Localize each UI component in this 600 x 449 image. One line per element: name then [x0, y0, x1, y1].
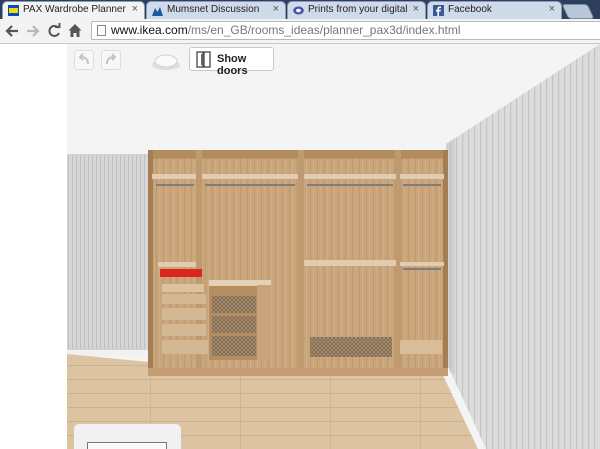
facebook-favicon [433, 5, 444, 16]
floorplan-minimap[interactable] [74, 424, 181, 449]
close-tab-icon[interactable]: × [549, 3, 555, 15]
tab-prints[interactable]: Prints from your digital p × [287, 1, 426, 19]
url-text: www.ikea.com/ms/en_GB/rooms_ideas/planne… [111, 23, 461, 37]
photobox-favicon [293, 6, 304, 15]
close-tab-icon[interactable]: × [273, 3, 279, 15]
close-tab-icon[interactable]: × [413, 3, 419, 15]
tab-facebook[interactable]: Facebook × [427, 1, 562, 19]
tab-mumsnet[interactable]: Mumsnet Discussion × [146, 1, 286, 19]
address-bar[interactable]: www.ikea.com/ms/en_GB/rooms_ideas/planne… [91, 21, 600, 40]
page-icon [97, 25, 106, 36]
undo-icon [78, 53, 89, 65]
forward-icon[interactable] [25, 22, 41, 40]
tab-title: PAX Wardrobe Planner - I [23, 4, 126, 15]
wardrobe-3d-scene[interactable] [0, 44, 600, 449]
doors-icon [196, 51, 211, 68]
minimap-wardrobe [87, 442, 167, 449]
tab-title: Facebook [448, 4, 492, 15]
show-doors-label: Show doors [217, 53, 248, 77]
tab-title: Mumsnet Discussion [167, 4, 260, 15]
tab-title: Prints from your digital p [308, 4, 407, 15]
tab-strip: PAX Wardrobe Planner - I × Mumsnet Discu… [0, 0, 600, 19]
close-tab-icon[interactable]: × [132, 3, 138, 15]
show-doors-button[interactable]: Show doors [189, 47, 274, 77]
reload-icon[interactable] [46, 22, 62, 40]
planner-viewport[interactable]: Show doors [0, 44, 600, 449]
new-tab-button[interactable] [561, 4, 595, 19]
back-icon[interactable] [4, 22, 20, 40]
mumsnet-favicon [152, 7, 163, 16]
undo-button[interactable] [74, 50, 94, 70]
redo-icon [106, 53, 117, 65]
home-icon[interactable] [67, 22, 83, 40]
redo-button[interactable] [101, 50, 121, 70]
cloud-view-icon[interactable] [150, 51, 182, 71]
ikea-favicon [8, 5, 19, 16]
tab-pax-planner[interactable]: PAX Wardrobe Planner - I × [2, 1, 145, 19]
browser-toolbar: www.ikea.com/ms/en_GB/rooms_ideas/planne… [0, 19, 600, 44]
